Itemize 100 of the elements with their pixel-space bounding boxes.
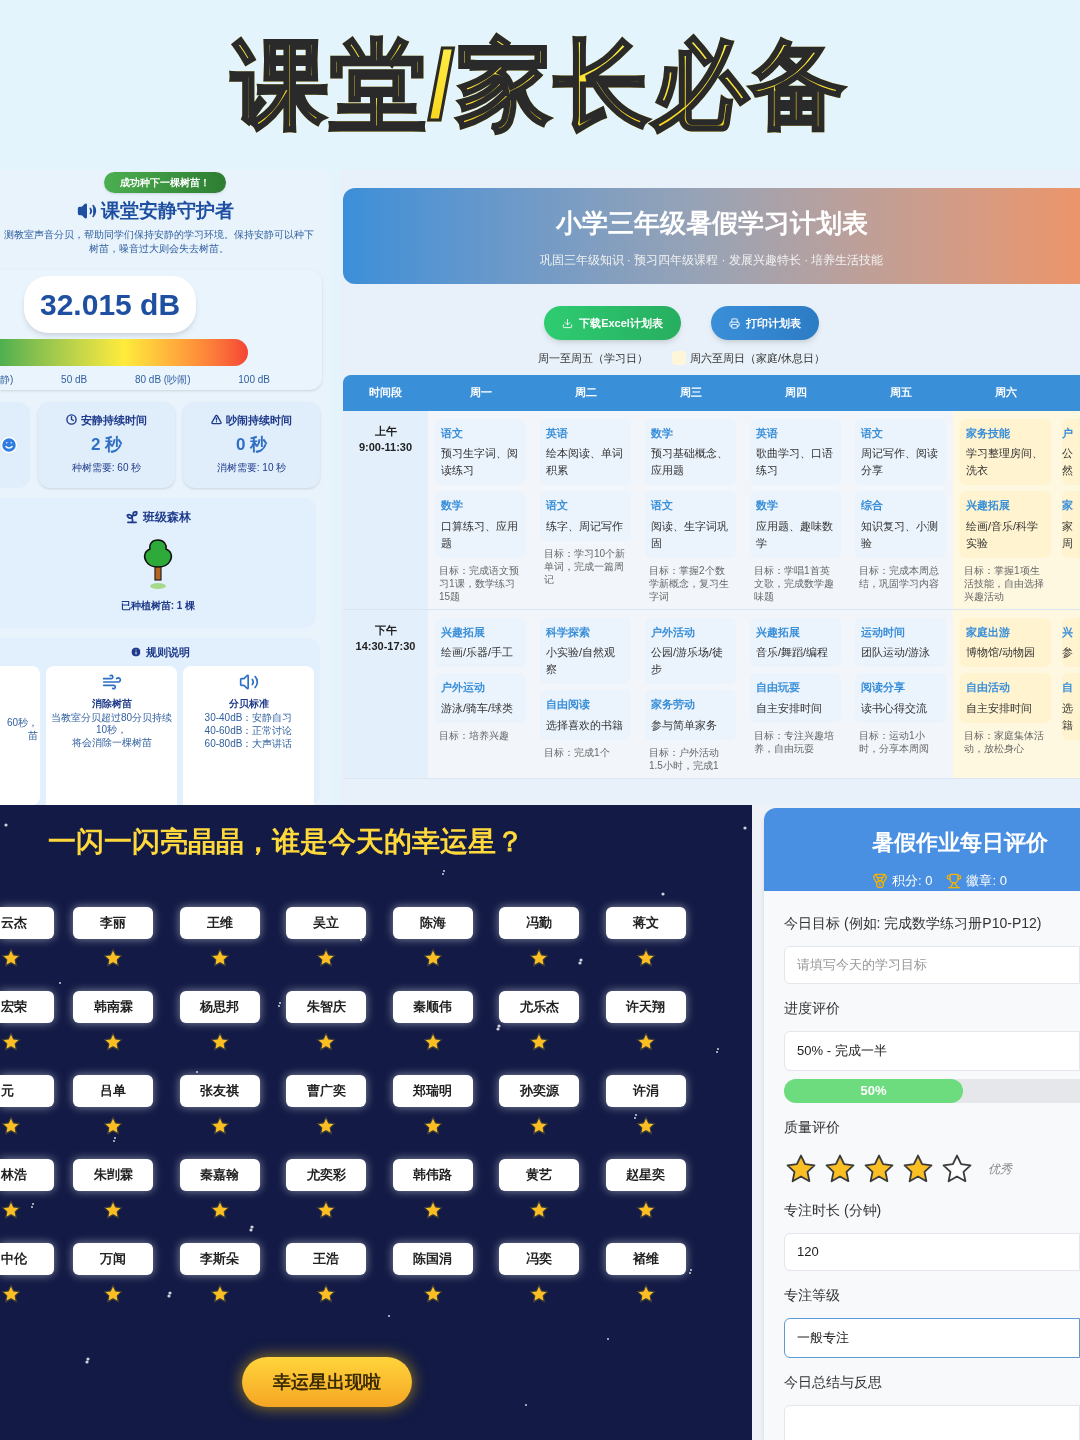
period-label: 下午 [374,622,397,638]
activity-subject: 兴趣拓展 [441,624,486,640]
activity-task: 选择喜欢的书籍 [546,717,624,733]
star-icon [0,1199,22,1221]
student-name-card: 黄艺 [499,1159,580,1191]
text-field[interactable]: 请填写今天的学习目标 [784,945,1080,984]
activity-subject: 语文 [861,425,884,441]
points-label: 积分: 0 [892,872,933,890]
activity-goal: 目标：户外活动1.5小时，完成1 [648,745,720,772]
evaluation-title: 暑假作业每日评价 [872,829,1049,857]
student-name-card: 朱剀霖 [73,1159,154,1191]
smiley-icon [0,435,18,454]
student-name-card: 朱智庆 [286,991,367,1023]
star-icon [0,947,22,969]
student-name-card: 陈国涓 [392,1243,473,1275]
activity-task: 家周 [1062,518,1074,551]
star-icon [528,947,551,969]
student-name-card: 蒋文 [605,907,686,939]
activity-goal: 目标：掌握1项生活技能，自由选择兴趣活动 [963,563,1045,603]
student-name-card: 元 [0,1075,54,1107]
field-label: 今日目标 (例如: 完成数学练习册P10-P12) [784,913,1043,933]
student-name-card: 尤乐杰 [499,991,580,1023]
activity-task: 读书心得交流 [861,700,928,716]
period-label: 上午 [374,423,397,439]
trophy-icon [946,872,963,889]
column-header: 周一 [468,385,493,401]
activity-subject: 家 [1062,498,1074,513]
rule-title: 消除树苗 [91,697,132,711]
print-button[interactable]: 打印计划表 [710,306,819,340]
student-name-card: 郑瑞明 [392,1075,473,1107]
activity-subject: 自由玩耍 [756,680,801,695]
star-icon [0,1031,22,1053]
stat-value: 0 秒 [235,434,268,456]
time-range: 9:00-11:30 [357,440,414,455]
speaker-icon [76,201,97,222]
column-header: 周四 [783,385,808,401]
rule-text: 40-60dB：正常讨论 [204,725,293,737]
rating-text: 优秀 [988,1160,1012,1178]
forest-title: 班级森林 [143,508,191,526]
student-name-card: 林浩 [0,1159,54,1191]
student-name-card: 吴立 [286,907,367,939]
app-title: 课堂安静守护者 [100,199,234,223]
select-field[interactable]: 50% - 完成一半 [784,1030,1080,1071]
activity-subject: 兴趣拓展 [756,624,801,640]
field-label: 专注时长 (分钟) [784,1200,883,1220]
student-name-card: 杨思邦 [179,991,260,1023]
plan-title: 小学三年级暑假学习计划表 [555,206,868,240]
activity-subject: 英语 [756,425,779,441]
student-name-card: 中伦 [0,1243,54,1275]
activity-task: 小实验/自然观察 [546,645,617,677]
star-icon [102,1115,125,1137]
activity-subject: 综合 [861,498,884,513]
activity-subject: 阅读分享 [861,680,906,695]
activity-goal: 目标：培养兴趣 [438,728,510,742]
stat-title: 安静持续时间 [81,412,147,428]
star-icon [634,1283,657,1305]
activity-subject: 户 [1062,425,1074,441]
activity-task: 学习整理房间、洗衣 [966,446,1044,478]
student-name-card: 许天翔 [605,991,686,1023]
star-icon [315,947,338,969]
activity-subject: 户外活动 [651,624,696,640]
activity-goal: 目标：学习10个新单词，完成一篇周记 [543,546,627,586]
activity-task: 博物馆/动物园 [966,645,1037,660]
student-name-card: 陈海 [392,907,473,939]
star-icon [208,1031,231,1053]
progress-fill: 50% [784,1078,963,1103]
select-field[interactable]: 一般专注 [784,1317,1080,1358]
sprout-icon [125,509,139,524]
star-icon [634,947,657,969]
rule-text: 将会消除一棵树苗 [71,737,152,749]
student-name-card: 秦顺伟 [392,991,473,1023]
legend-label: 周一至周五（学习日） [537,351,648,366]
student-name-card: 孙奕源 [499,1075,580,1107]
scale-label: 80 dB (吵闹) [134,372,191,387]
column-header: 时间段 [368,385,403,401]
activity-task: 自主安排时间 [966,700,1033,716]
text-field[interactable]: 120 [784,1232,1080,1271]
field-label: 进度评价 [784,998,841,1018]
lucky-star-button[interactable]: 幸运星出现啦 [242,1357,412,1407]
star-icon [208,947,231,969]
column-header: 周三 [678,385,703,401]
activity-task: 绘画/乐器/手工 [441,645,515,660]
activity-subject: 自 [1062,680,1074,695]
student-name-card: 赵星奕 [605,1159,686,1191]
activity-task: 练字、周记写作 [546,518,624,534]
success-toast: 成功种下一棵树苗！ [104,172,226,193]
stat-title: 吵闹持续时间 [226,412,292,428]
activity-subject: 语文 [441,425,464,441]
star-icon [634,1115,657,1137]
star-icon [634,1031,657,1053]
lucky-star-title: 一闪一闪亮晶晶，谁是今天的幸运星？ [48,825,525,859]
student-name-card: 褚维 [605,1243,686,1275]
activity-task: 绘本阅读、单词积累 [546,446,624,478]
star-icon [208,1115,231,1137]
activity-subject: 科学探索 [546,624,591,640]
stat-value: 2 秒 [90,434,123,456]
scale-label: 100 dB [238,372,270,387]
speaker-icon [238,672,259,692]
field-label: 质量评价 [784,1117,841,1137]
star-icon [208,1199,231,1221]
